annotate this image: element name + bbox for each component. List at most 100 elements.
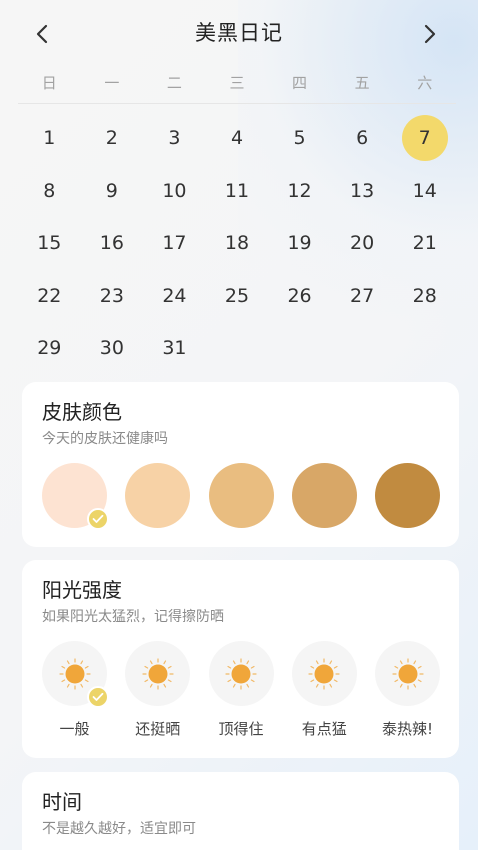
weekday-label: 一 xyxy=(104,74,120,92)
sun-card-subtitle: 如果阳光太猛烈，记得擦防晒 xyxy=(42,609,224,625)
prev-month-button[interactable] xyxy=(22,14,62,54)
sun-icon xyxy=(225,657,257,690)
calendar-day[interactable]: 13 xyxy=(331,165,394,218)
calendar-day[interactable]: 27 xyxy=(331,270,394,323)
calendar-day[interactable]: 31 xyxy=(143,322,206,375)
calendar-day-number: 16 xyxy=(99,232,124,255)
sun-level-circle xyxy=(125,641,191,706)
calendar-day-number: 29 xyxy=(37,337,62,360)
calendar-day[interactable]: 9 xyxy=(81,165,144,218)
sun-level-circle xyxy=(208,641,274,706)
calendar-day[interactable]: 14 xyxy=(393,165,456,218)
skin-swatch[interactable] xyxy=(291,463,357,528)
calendar-day[interactable]: 24 xyxy=(143,270,206,323)
calendar-day-number: 12 xyxy=(287,179,312,202)
calendar-day-number: 20 xyxy=(350,232,375,255)
calendar-day-selected[interactable]: 7 xyxy=(393,112,456,165)
check-icon xyxy=(87,508,109,530)
sun-level-label: 有点猛 xyxy=(301,720,347,738)
weekday-label: 三 xyxy=(229,74,245,92)
calendar-day-number: 4 xyxy=(230,127,244,150)
sun-icon xyxy=(308,657,340,690)
calendar-day[interactable]: 23 xyxy=(81,270,144,323)
calendar-day-number: 21 xyxy=(412,232,437,255)
sun-card-title: 阳光强度 xyxy=(42,578,122,602)
calendar-day[interactable]: 18 xyxy=(206,217,269,270)
calendar-day[interactable]: 28 xyxy=(393,270,456,323)
calendar-day-number: 24 xyxy=(162,284,187,307)
calendar-day-number: 18 xyxy=(224,232,250,255)
sun-level-circle xyxy=(42,641,109,708)
calendar-day-number: 28 xyxy=(412,284,437,307)
calendar-day[interactable]: 5 xyxy=(268,112,331,165)
calendar-day[interactable]: 10 xyxy=(143,165,206,218)
sun-level-option[interactable]: 有点猛 xyxy=(291,641,357,739)
calendar-day[interactable]: 20 xyxy=(331,217,394,270)
calendar-day[interactable]: 19 xyxy=(268,217,331,270)
sun-level-option[interactable]: 还挺晒 xyxy=(125,641,191,739)
calendar-day[interactable]: 17 xyxy=(143,217,206,270)
calendar-day-number: 15 xyxy=(37,232,62,255)
check-icon xyxy=(87,686,109,708)
sun-level-label: 还挺晒 xyxy=(135,720,181,738)
sun-level-circle xyxy=(291,641,357,706)
sun-level-option[interactable]: 顶得住 xyxy=(208,641,274,739)
sun-icon xyxy=(58,657,91,690)
weekday-label: 六 xyxy=(417,74,433,92)
sun-level-list: 一般 还挺晒 顶得住 有点猛 泰热辣! xyxy=(42,641,440,739)
calendar-day[interactable]: 30 xyxy=(81,322,144,375)
calendar-day[interactable]: 16 xyxy=(81,217,144,270)
calendar-day-number: 1 xyxy=(43,127,56,150)
calendar-day-number: 9 xyxy=(105,179,118,202)
calendar-day[interactable]: 1 xyxy=(18,112,81,165)
calendar-day[interactable]: 15 xyxy=(18,217,81,270)
calendar-day-number: 11 xyxy=(224,179,250,202)
calendar-day[interactable]: 25 xyxy=(206,270,269,323)
calendar-day[interactable]: 3 xyxy=(143,112,206,165)
app-header: 美黑日记 xyxy=(0,0,478,64)
weekday-label: 二 xyxy=(166,74,182,92)
time-card-title: 时间 xyxy=(42,790,82,814)
calendar-day-number: 19 xyxy=(287,232,312,255)
calendar-day-number: 13 xyxy=(350,179,375,202)
skin-card-title: 皮肤颜色 xyxy=(42,400,122,424)
sun-level-option[interactable]: 泰热辣! xyxy=(375,641,440,739)
weekday-label: 四 xyxy=(292,74,308,92)
calendar-day[interactable]: 8 xyxy=(18,165,81,218)
sun-level-circle xyxy=(375,641,440,706)
next-month-button[interactable] xyxy=(410,14,450,54)
skin-swatch-list xyxy=(42,463,440,530)
calendar-day[interactable]: 12 xyxy=(268,165,331,218)
sun-icon xyxy=(391,657,424,690)
skin-card-subtitle: 今天的皮肤还健康吗 xyxy=(42,431,168,447)
calendar-day[interactable]: 2 xyxy=(81,112,144,165)
calendar-day-number: 2 xyxy=(105,127,118,150)
weekday-header: 日 一 二 三 四 五 六 xyxy=(18,72,456,104)
skin-swatch[interactable] xyxy=(375,463,440,528)
calendar-day-number: 31 xyxy=(162,337,187,360)
skin-swatch[interactable] xyxy=(42,463,109,530)
calendar-day[interactable]: 26 xyxy=(268,270,331,323)
calendar-day-number: 6 xyxy=(356,127,369,150)
calendar-day-number: 3 xyxy=(168,127,181,150)
skin-swatch[interactable] xyxy=(208,463,274,528)
sun-level-label: 顶得住 xyxy=(218,720,264,738)
chevron-left-icon xyxy=(36,24,48,44)
calendar-day-number: 27 xyxy=(350,284,375,307)
calendar-day[interactable]: 29 xyxy=(18,322,81,375)
calendar-day[interactable]: 4 xyxy=(206,112,269,165)
calendar-day-number: 22 xyxy=(37,284,62,307)
sun-level-label: 泰热辣! xyxy=(381,720,433,738)
sun-level-option[interactable]: 一般 xyxy=(42,641,109,739)
calendar-day-number: 25 xyxy=(224,284,250,307)
calendar-day[interactable]: 22 xyxy=(18,270,81,323)
calendar-day-number: 8 xyxy=(43,179,56,202)
skin-swatch[interactable] xyxy=(125,463,191,528)
calendar-day[interactable]: 21 xyxy=(393,217,456,270)
calendar-day-number: 30 xyxy=(99,337,124,360)
skin-color-card: 皮肤颜色 今天的皮肤还健康吗 xyxy=(22,382,459,547)
calendar-day[interactable]: 11 xyxy=(206,165,269,218)
calendar-day[interactable]: 6 xyxy=(331,112,394,165)
calendar-grid: 1 2 3 4 5 6 7 8 9 10 11 12 13 14 15 16 17 18 19 20 21 22 23 24 2… xyxy=(18,112,456,375)
calendar-day-number: 5 xyxy=(293,127,306,150)
